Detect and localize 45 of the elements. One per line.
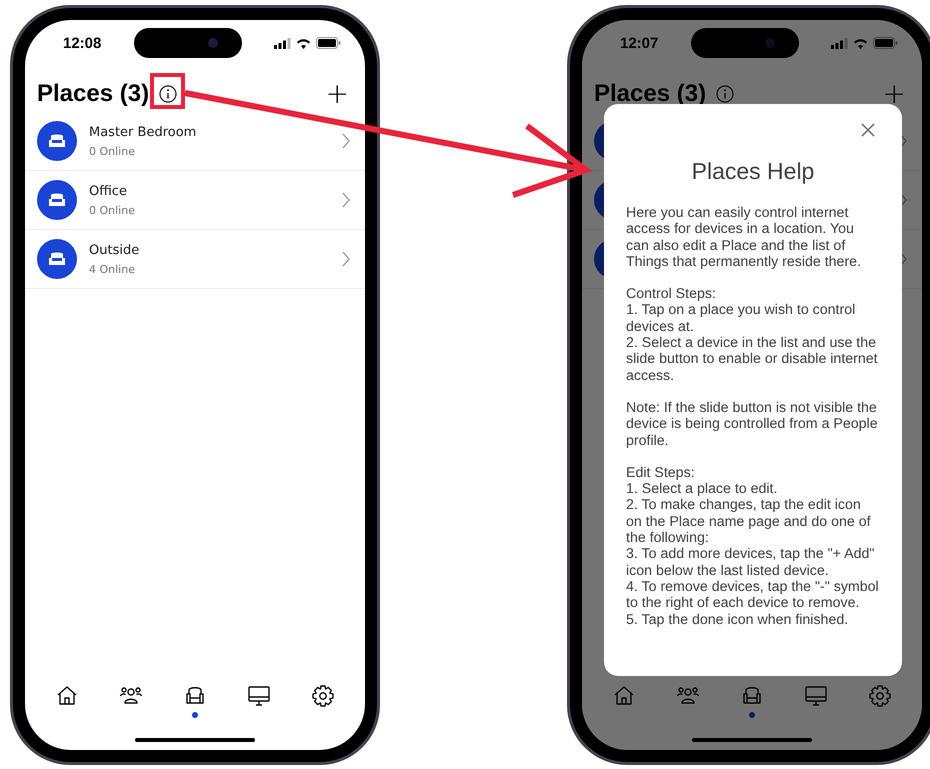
help-text: Here you can easily control internet access for devices in a location. You can also edit a Place and the list of Things that permanently reside there. xyxy=(626,205,862,270)
help-text: 2. Select a device in the list and use the slide button to enable or disable internet access. xyxy=(626,335,879,384)
status-time: 12:07 xyxy=(620,34,658,52)
help-text: Edit Steps: xyxy=(626,464,696,482)
online-count: 0 Online xyxy=(89,144,136,158)
chevron-right-icon xyxy=(341,192,351,208)
wifi-icon xyxy=(296,38,311,48)
place-row[interactable]: Outside 4 Online xyxy=(25,230,365,289)
highlight-frame xyxy=(150,73,185,109)
monitor-icon xyxy=(804,684,828,708)
chevron-right-icon xyxy=(341,251,351,267)
help-text: 3. To add more devices, tap the "+ Add" icon below the last listed device. xyxy=(626,546,876,579)
place-name: Outside xyxy=(89,242,140,258)
help-text: 4. To remove devices, tap the "-" symbol to the right of each device to remove. xyxy=(626,578,880,612)
battery-icon xyxy=(316,37,341,49)
help-text: Note: If the slide button is not visible the device is being controlled from a People profile. xyxy=(626,400,879,449)
add-button[interactable]: + xyxy=(876,80,912,108)
dialog-title: Places Help xyxy=(690,158,816,185)
armchair-avatar-icon xyxy=(37,180,77,220)
settings-icon xyxy=(311,684,335,708)
place-row[interactable]: Master Bedroom 0 Online xyxy=(25,112,365,171)
signal-icon xyxy=(831,38,848,48)
online-count: 4 Online xyxy=(89,262,136,276)
status-time: 12:08 xyxy=(63,34,102,52)
battery-icon xyxy=(873,37,898,49)
armchair-avatar-icon xyxy=(37,239,77,279)
add-button[interactable]: + xyxy=(320,80,355,108)
info-icon[interactable] xyxy=(159,85,178,103)
wifi-icon xyxy=(853,38,868,48)
chevron-right-icon xyxy=(341,133,351,149)
help-text: 1. Select a place to edit. xyxy=(626,481,778,498)
place-row[interactable]: Office 0 Online xyxy=(25,171,365,230)
place-name: Master Bedroom xyxy=(89,124,198,140)
place-name: Office xyxy=(89,184,128,198)
page-title: Places (3) xyxy=(37,80,150,108)
help-text: 1. Tap on a place you wish to control devices at. xyxy=(626,302,856,336)
signal-icon xyxy=(274,38,291,48)
online-count: 0 Online xyxy=(89,204,136,216)
monitor-icon xyxy=(247,684,271,708)
settings-icon xyxy=(868,684,892,708)
help-text: Control Steps: xyxy=(626,286,717,302)
close-icon[interactable] xyxy=(860,122,876,138)
help-text: 2. To make changes, tap the edit icon on the Place name page and do one of the following: xyxy=(626,497,872,546)
armchair-avatar-icon xyxy=(37,121,77,161)
help-text: 5. Tap the done icon when finished. xyxy=(626,612,850,628)
